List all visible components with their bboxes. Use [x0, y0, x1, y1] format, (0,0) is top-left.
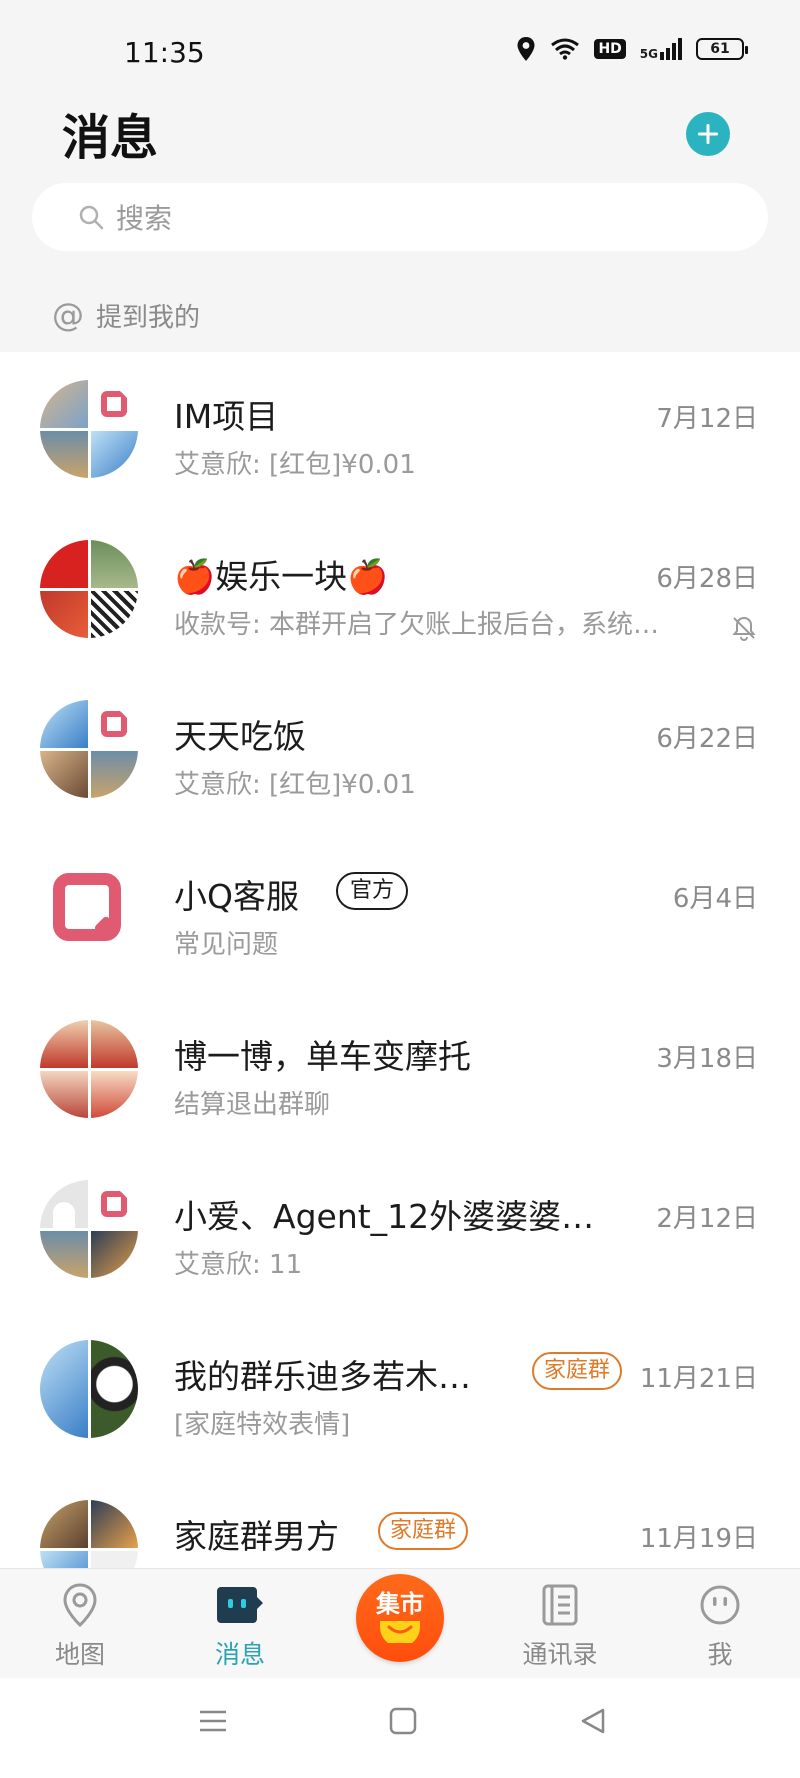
back-icon[interactable]: [578, 1706, 608, 1736]
mentions-row[interactable]: @ 提到我的: [52, 296, 200, 334]
location-icon: [517, 37, 535, 61]
conversation-item[interactable]: 小Q客服 官方 常见问题 6月4日: [0, 832, 800, 992]
search-placeholder: 搜索: [116, 202, 173, 235]
status-bar: 11:35 HD 5G 61: [0, 0, 800, 100]
conversation-item[interactable]: IM项目 艾意欣: [红包]¥0.01 7月12日: [0, 352, 800, 512]
family-group-tag: 家庭群: [532, 1352, 623, 1390]
family-group-tag: 家庭群: [378, 1512, 469, 1550]
battery-level: 61: [710, 41, 730, 57]
conversation-date: 11月19日: [639, 1524, 758, 1554]
conversation-name: 家庭群男方: [174, 1517, 339, 1556]
mute-bell-icon: [732, 616, 756, 641]
hd-badge: HD: [594, 39, 626, 59]
tab-map[interactable]: 地图: [20, 1569, 140, 1679]
battery-icon: 61: [696, 38, 748, 60]
group-avatar: [40, 1500, 138, 1568]
q-logo-icon: [53, 873, 121, 941]
at-icon: @: [52, 296, 84, 334]
conversation-preview: 收款号: 本群开启了欠账上报后台，系统…: [174, 610, 660, 640]
signal-icon: 5G: [640, 38, 682, 60]
conversation-date: 6月28日: [656, 564, 758, 594]
conversation-preview: 艾意欣: 11: [174, 1250, 303, 1280]
message-icon: [217, 1587, 263, 1623]
add-button[interactable]: [686, 112, 730, 156]
conversation-date: 11月21日: [639, 1364, 758, 1394]
group-avatar: [40, 700, 138, 798]
tab-me[interactable]: 我: [660, 1569, 780, 1679]
conversation-name: 🍎娱乐一块🍎: [174, 557, 389, 596]
tab-label: 地图: [54, 1640, 105, 1669]
conversation-item[interactable]: 小爱、Agent_12外婆婆婆… 艾意欣: 11 2月12日: [0, 1152, 800, 1312]
service-avatar: [40, 860, 138, 958]
conversation-name: 小爱、Agent_12外婆婆婆…: [174, 1197, 595, 1236]
conversation-date: 7月12日: [656, 404, 758, 434]
page-title: 消息: [62, 110, 159, 166]
wifi-icon: [551, 38, 580, 60]
conversation-item[interactable]: 我的群乐迪多若木… 家庭群 [家庭特效表情] 11月21日: [0, 1312, 800, 1472]
group-avatar: [40, 1020, 138, 1118]
search-icon: [79, 205, 104, 230]
conversation-name: 博一博，单车变摩托: [174, 1037, 471, 1076]
smile-icon: [380, 1621, 420, 1643]
conversation-date: 2月12日: [656, 1204, 758, 1234]
conversation-name: 我的群乐迪多若木…: [174, 1357, 471, 1396]
signal-bars-icon: [660, 38, 682, 60]
map-pin-icon: [63, 1583, 97, 1628]
conversation-preview: 艾意欣: [红包]¥0.01: [174, 770, 416, 800]
conversation-date: 6月4日: [672, 884, 758, 914]
system-nav-bar: [0, 1678, 800, 1778]
conversation-name: 天天吃饭: [174, 717, 306, 756]
conversation-date: 3月18日: [656, 1044, 758, 1074]
tab-contacts[interactable]: 通讯录: [500, 1569, 620, 1679]
market-button[interactable]: 集市: [356, 1574, 444, 1662]
conversation-item[interactable]: 家庭群男方 家庭群 11月19日: [0, 1472, 800, 1568]
tab-messages[interactable]: 消息: [180, 1569, 300, 1679]
plus-icon: [698, 124, 718, 144]
conversation-item[interactable]: 博一博，单车变摩托 结算退出群聊 3月18日: [0, 992, 800, 1152]
conversation-name: IM项目: [174, 397, 279, 436]
conversation-date: 6月22日: [656, 724, 758, 754]
conversation-item[interactable]: 天天吃饭 艾意欣: [红包]¥0.01 6月22日: [0, 672, 800, 832]
group-avatar: [40, 1180, 138, 1278]
conversation-list: IM项目 艾意欣: [红包]¥0.01 7月12日 🍎娱乐一块🍎 收款号: 本群…: [0, 352, 800, 1568]
mentions-label: 提到我的: [96, 302, 201, 333]
network-label: 5G: [639, 47, 658, 61]
home-icon[interactable]: [388, 1706, 418, 1736]
conversation-preview: 常见问题: [174, 930, 279, 960]
status-icons: HD 5G 61: [516, 36, 748, 62]
conversation-item[interactable]: 🍎娱乐一块🍎 收款号: 本群开启了欠账上报后台，系统… 6月28日: [0, 512, 800, 672]
market-label: 集市: [376, 1590, 424, 1618]
tab-label: 我: [707, 1640, 733, 1669]
search-input[interactable]: 搜索: [32, 183, 768, 251]
conversation-name: 小Q客服: [174, 877, 299, 916]
menu-icon[interactable]: [198, 1706, 228, 1736]
tab-label: 消息: [214, 1640, 265, 1669]
conversation-preview: 艾意欣: [红包]¥0.01: [174, 450, 416, 480]
group-avatar: [40, 1340, 138, 1438]
contacts-book-icon: [542, 1584, 578, 1626]
official-tag: 官方: [336, 872, 409, 910]
group-avatar: [40, 540, 138, 638]
group-avatar: [40, 380, 138, 478]
status-time: 11:35: [124, 36, 205, 69]
conversation-preview: 结算退出群聊: [174, 1090, 331, 1120]
conversation-preview: [家庭特效表情]: [174, 1410, 351, 1440]
tab-label: 通讯录: [522, 1640, 598, 1669]
smiley-face-icon: [700, 1585, 740, 1625]
